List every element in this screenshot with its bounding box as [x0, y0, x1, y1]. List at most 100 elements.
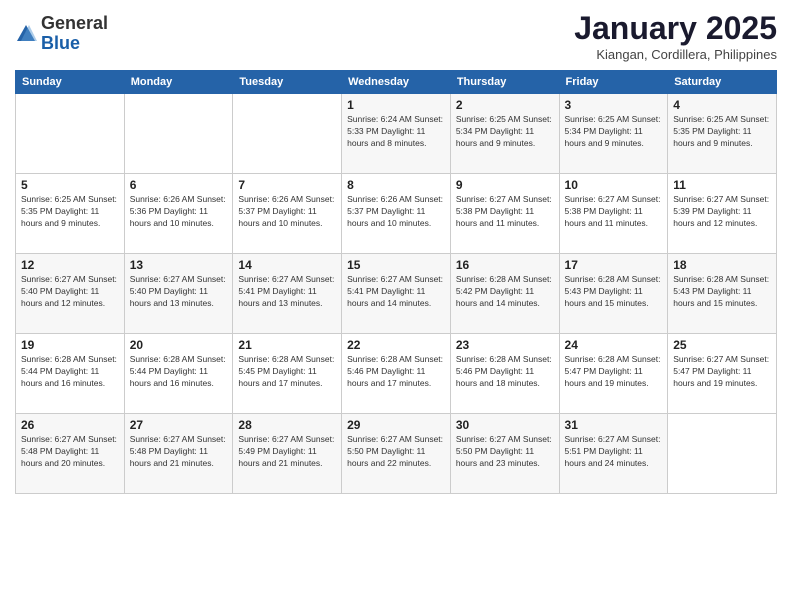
cell-1-5: 10 Sunrise: 6:27 AM Sunset: 5:38 PM Dayli…	[559, 174, 668, 254]
day-info-4-1: Sunrise: 6:27 AM Sunset: 5:48 PM Dayligh…	[130, 434, 228, 470]
day-info-3-3: Sunrise: 6:28 AM Sunset: 5:46 PM Dayligh…	[347, 354, 445, 390]
day-num-4-3: 29	[347, 418, 445, 432]
location-subtitle: Kiangan, Cordillera, Philippines	[574, 47, 777, 62]
week-row-1: 5Sunrise: 6:25 AM Sunset: 5:35 PM Daylig…	[16, 174, 777, 254]
day-num-1-1: 6	[130, 178, 228, 192]
day-num-4-5: 31	[565, 418, 663, 432]
day-info-1-5: Sunrise: 6:27 AM Sunset: 5:38 PM Dayligh…	[565, 194, 663, 230]
cell-4-4: 30 Sunrise: 6:27 AM Sunset: 5:50 PM Dayli…	[450, 414, 559, 494]
cell-0-1	[124, 94, 233, 174]
day-num-2-2: 14	[238, 258, 336, 272]
col-friday: Friday	[559, 71, 668, 94]
calendar-table: Sunday Monday Tuesday Wednesday Thursday…	[15, 70, 777, 494]
day-info-2-1: Sunrise: 6:27 AM Sunset: 5:40 PM Dayligh…	[130, 274, 228, 310]
day-info-1-1: Sunrise: 6:26 AM Sunset: 5:36 PM Dayligh…	[130, 194, 228, 230]
day-info-0-3: Sunrise: 6:24 AM Sunset: 5:33 PM Dayligh…	[347, 114, 445, 150]
logo-blue: Blue	[41, 33, 80, 53]
day-info-1-2: Sunrise: 6:26 AM Sunset: 5:37 PM Dayligh…	[238, 194, 336, 230]
page: General Blue January 2025 Kiangan, Cordi…	[0, 0, 792, 612]
cell-3-1: 20 Sunrise: 6:28 AM Sunset: 5:44 PM Dayli…	[124, 334, 233, 414]
day-num-3-5: 24	[565, 338, 663, 352]
cell-1-1: 6 Sunrise: 6:26 AM Sunset: 5:36 PM Daylig…	[124, 174, 233, 254]
day-num-1-5: 10	[565, 178, 663, 192]
day-info-2-3: Sunrise: 6:27 AM Sunset: 5:41 PM Dayligh…	[347, 274, 445, 310]
day-num-3-1: 20	[130, 338, 228, 352]
week-row-0: 1 Sunrise: 6:24 AM Sunset: 5:33 PM Daylig…	[16, 94, 777, 174]
logo-general: General	[41, 13, 108, 33]
cell-3-2: 21Sunrise: 6:28 AM Sunset: 5:45 PM Dayli…	[233, 334, 342, 414]
cell-4-3: 29 Sunrise: 6:27 AM Sunset: 5:50 PM Dayli…	[342, 414, 451, 494]
day-info-0-6: Sunrise: 6:25 AM Sunset: 5:35 PM Dayligh…	[673, 114, 771, 150]
day-num-4-4: 30	[456, 418, 554, 432]
day-num-4-0: 26	[21, 418, 119, 432]
cell-0-4: 2 Sunrise: 6:25 AM Sunset: 5:34 PM Daylig…	[450, 94, 559, 174]
day-num-2-5: 17	[565, 258, 663, 272]
cell-4-6	[668, 414, 777, 494]
day-num-2-0: 12	[21, 258, 119, 272]
cell-0-6: 4 Sunrise: 6:25 AM Sunset: 5:35 PM Daylig…	[668, 94, 777, 174]
cell-1-6: 11 Sunrise: 6:27 AM Sunset: 5:39 PM Dayli…	[668, 174, 777, 254]
cell-4-0: 26 Sunrise: 6:27 AM Sunset: 5:48 PM Dayli…	[16, 414, 125, 494]
day-info-2-4: Sunrise: 6:28 AM Sunset: 5:42 PM Dayligh…	[456, 274, 554, 310]
day-num-2-4: 16	[456, 258, 554, 272]
day-num-1-3: 8	[347, 178, 445, 192]
day-info-3-0: Sunrise: 6:28 AM Sunset: 5:44 PM Dayligh…	[21, 354, 119, 390]
day-num-2-1: 13	[130, 258, 228, 272]
cell-2-4: 16 Sunrise: 6:28 AM Sunset: 5:42 PM Dayli…	[450, 254, 559, 334]
day-info-1-4: Sunrise: 6:27 AM Sunset: 5:38 PM Dayligh…	[456, 194, 554, 230]
day-info-3-6: Sunrise: 6:27 AM Sunset: 5:47 PM Dayligh…	[673, 354, 771, 390]
col-saturday: Saturday	[668, 71, 777, 94]
week-row-2: 12 Sunrise: 6:27 AM Sunset: 5:40 PM Dayli…	[16, 254, 777, 334]
week-row-3: 19 Sunrise: 6:28 AM Sunset: 5:44 PM Dayli…	[16, 334, 777, 414]
col-monday: Monday	[124, 71, 233, 94]
cell-3-5: 24 Sunrise: 6:28 AM Sunset: 5:47 PM Dayli…	[559, 334, 668, 414]
cell-2-3: 15 Sunrise: 6:27 AM Sunset: 5:41 PM Dayli…	[342, 254, 451, 334]
day-num-0-3: 1	[347, 98, 445, 112]
day-info-4-3: Sunrise: 6:27 AM Sunset: 5:50 PM Dayligh…	[347, 434, 445, 470]
cell-1-0: 5Sunrise: 6:25 AM Sunset: 5:35 PM Daylig…	[16, 174, 125, 254]
calendar-header-row: Sunday Monday Tuesday Wednesday Thursday…	[16, 71, 777, 94]
calendar-body: 1 Sunrise: 6:24 AM Sunset: 5:33 PM Daylig…	[16, 94, 777, 494]
col-sunday: Sunday	[16, 71, 125, 94]
cell-3-6: 25Sunrise: 6:27 AM Sunset: 5:47 PM Dayli…	[668, 334, 777, 414]
logo-icon	[15, 23, 37, 45]
day-info-0-4: Sunrise: 6:25 AM Sunset: 5:34 PM Dayligh…	[456, 114, 554, 150]
day-info-1-0: Sunrise: 6:25 AM Sunset: 5:35 PM Dayligh…	[21, 194, 119, 230]
day-num-1-6: 11	[673, 178, 771, 192]
day-num-3-0: 19	[21, 338, 119, 352]
day-num-2-3: 15	[347, 258, 445, 272]
cell-2-1: 13 Sunrise: 6:27 AM Sunset: 5:40 PM Dayli…	[124, 254, 233, 334]
day-info-4-5: Sunrise: 6:27 AM Sunset: 5:51 PM Dayligh…	[565, 434, 663, 470]
title-block: January 2025 Kiangan, Cordillera, Philip…	[574, 10, 777, 62]
cell-2-5: 17Sunrise: 6:28 AM Sunset: 5:43 PM Dayli…	[559, 254, 668, 334]
day-info-1-6: Sunrise: 6:27 AM Sunset: 5:39 PM Dayligh…	[673, 194, 771, 230]
day-info-4-0: Sunrise: 6:27 AM Sunset: 5:48 PM Dayligh…	[21, 434, 119, 470]
day-info-3-1: Sunrise: 6:28 AM Sunset: 5:44 PM Dayligh…	[130, 354, 228, 390]
cell-2-0: 12 Sunrise: 6:27 AM Sunset: 5:40 PM Dayli…	[16, 254, 125, 334]
cell-0-0	[16, 94, 125, 174]
day-info-2-0: Sunrise: 6:27 AM Sunset: 5:40 PM Dayligh…	[21, 274, 119, 310]
col-thursday: Thursday	[450, 71, 559, 94]
day-info-3-5: Sunrise: 6:28 AM Sunset: 5:47 PM Dayligh…	[565, 354, 663, 390]
day-num-2-6: 18	[673, 258, 771, 272]
day-info-3-4: Sunrise: 6:28 AM Sunset: 5:46 PM Dayligh…	[456, 354, 554, 390]
month-title: January 2025	[574, 10, 777, 47]
day-info-4-4: Sunrise: 6:27 AM Sunset: 5:50 PM Dayligh…	[456, 434, 554, 470]
cell-3-3: 22 Sunrise: 6:28 AM Sunset: 5:46 PM Dayli…	[342, 334, 451, 414]
cell-4-2: 28Sunrise: 6:27 AM Sunset: 5:49 PM Dayli…	[233, 414, 342, 494]
cell-2-6: 18Sunrise: 6:28 AM Sunset: 5:43 PM Dayli…	[668, 254, 777, 334]
cell-4-5: 31 Sunrise: 6:27 AM Sunset: 5:51 PM Dayli…	[559, 414, 668, 494]
cell-1-3: 8Sunrise: 6:26 AM Sunset: 5:37 PM Daylig…	[342, 174, 451, 254]
header: General Blue January 2025 Kiangan, Cordi…	[15, 10, 777, 62]
cell-0-5: 3Sunrise: 6:25 AM Sunset: 5:34 PM Daylig…	[559, 94, 668, 174]
day-num-0-6: 4	[673, 98, 771, 112]
logo: General Blue	[15, 14, 108, 54]
col-tuesday: Tuesday	[233, 71, 342, 94]
day-num-0-4: 2	[456, 98, 554, 112]
day-num-4-2: 28	[238, 418, 336, 432]
cell-0-2	[233, 94, 342, 174]
cell-3-4: 23 Sunrise: 6:28 AM Sunset: 5:46 PM Dayli…	[450, 334, 559, 414]
day-num-3-4: 23	[456, 338, 554, 352]
day-num-3-3: 22	[347, 338, 445, 352]
cell-3-0: 19 Sunrise: 6:28 AM Sunset: 5:44 PM Dayli…	[16, 334, 125, 414]
